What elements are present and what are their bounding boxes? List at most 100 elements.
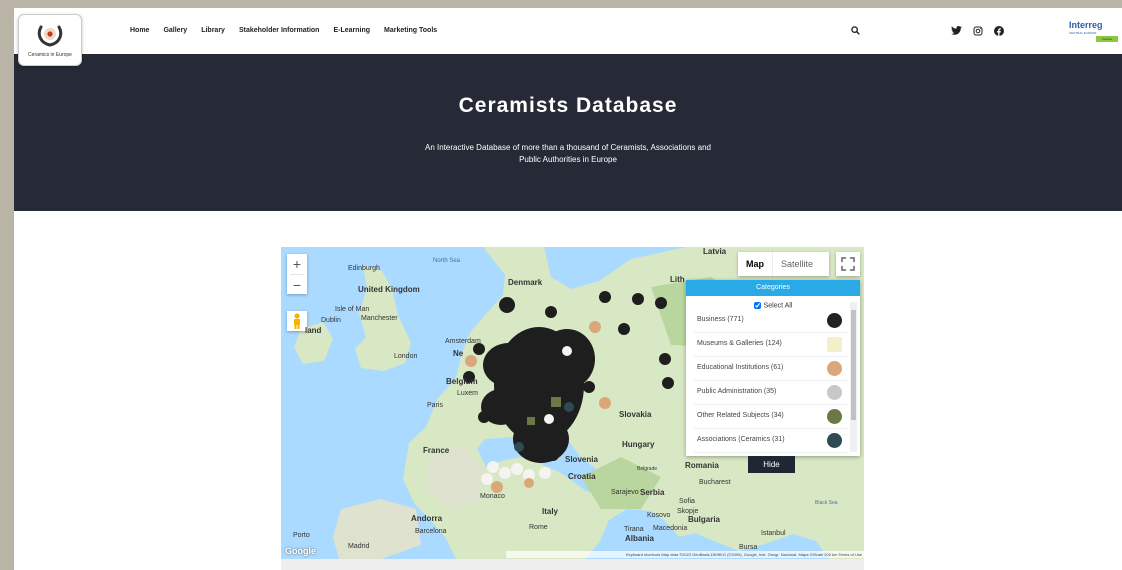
map-label-kosovo: Kosovo xyxy=(647,512,671,519)
page-subtitle-line-2: Public Authorities in Europe xyxy=(519,155,617,164)
map-label-rome: Rome xyxy=(529,524,548,531)
pegman-icon xyxy=(294,313,300,329)
map-label-belgium: Belgium xyxy=(446,377,478,386)
zoom-in-button[interactable]: + xyxy=(287,254,307,274)
map-label-albania: Albania xyxy=(625,534,654,543)
nav-stakeholder-information[interactable]: Stakeholder Information xyxy=(239,27,320,34)
map-label-andorra: Andorra xyxy=(411,514,443,523)
map-label-united-kingdom: United Kingdom xyxy=(358,285,420,294)
categories-header: Categories xyxy=(686,280,860,296)
nav-links: Home Gallery Library Stakeholder Informa… xyxy=(130,27,437,34)
map-label-bulgaria: Bulgaria xyxy=(688,515,721,524)
category-other-subjects-icon xyxy=(827,409,842,425)
scrollbar-thumb[interactable] xyxy=(851,310,856,420)
select-all-label: Select All xyxy=(763,302,793,310)
map-attribution[interactable]: Keyboard shortcuts Map data ©2022 GeoBas… xyxy=(506,551,864,558)
map-label-barcelona: Barcelona xyxy=(415,528,447,535)
facebook-icon[interactable] xyxy=(994,26,1004,36)
nav-home[interactable]: Home xyxy=(130,27,149,34)
category-row-public-administration[interactable]: Public Administration (35) xyxy=(694,381,848,406)
category-row-educational-institutions[interactable]: Educational Institutions (61) xyxy=(694,357,848,382)
category-row-other-related-subjects[interactable]: Other Related Subjects (34) xyxy=(694,405,848,430)
category-label: Associations (Ceramics (31) xyxy=(697,436,785,444)
map-type-satellite-button[interactable]: Satellite xyxy=(773,252,821,276)
map-label-isle-of-man: Isle of Man xyxy=(335,306,370,313)
category-row-museums-galleries[interactable]: Museums & Galleries (124) xyxy=(694,333,848,358)
interreg-logo[interactable]: Interreg CENTRAL EUROPE CerDee xyxy=(1069,20,1122,44)
map-label-france: France xyxy=(423,446,450,455)
page-subtitle-line-1: An Interactive Database of more than a t… xyxy=(425,143,711,152)
page: Ceramics in Europe Home Gallery Library … xyxy=(14,8,1122,570)
map-label-macedonia: Macedonia xyxy=(653,525,688,532)
page-title: Ceramists Database xyxy=(458,94,678,117)
category-public-administration-icon xyxy=(827,385,842,401)
category-label: Business (771) xyxy=(697,316,744,324)
zoom-out-button[interactable]: − xyxy=(287,275,307,295)
map-label-sarajevo: Sarajevo xyxy=(611,489,639,496)
map-type-control: Map Satellite xyxy=(738,252,829,276)
category-label: Museums & Galleries (124) xyxy=(697,340,782,348)
map-label-serbia: Serbia xyxy=(640,488,665,497)
map-label-london: London xyxy=(394,353,418,360)
interreg-subtitle: CENTRAL EUROPE xyxy=(1069,31,1097,35)
search-icon[interactable] xyxy=(851,26,860,35)
select-all-row: Select All xyxy=(686,302,860,309)
nav-marketing-tools[interactable]: Marketing Tools xyxy=(384,27,437,34)
category-museums-icon xyxy=(827,337,842,353)
map-type-map-button[interactable]: Map xyxy=(738,252,773,276)
map-label-edinburgh: Edinburgh xyxy=(348,265,380,272)
map-label-slovenia: Slovenia xyxy=(565,455,598,464)
map-label-hungary: Hungary xyxy=(622,440,655,449)
hero-banner: Ceramists Database An Interactive Databa… xyxy=(14,54,1122,211)
map-label-skopje: Skopje xyxy=(677,508,699,515)
street-view-pegman[interactable] xyxy=(287,311,307,331)
map-footer-strip xyxy=(281,559,864,570)
instagram-icon[interactable] xyxy=(973,26,983,36)
category-business-icon xyxy=(827,313,842,329)
category-associations-icon xyxy=(827,433,842,449)
zoom-control: + − xyxy=(287,254,307,294)
category-label: Other Related Subjects (34) xyxy=(697,412,784,420)
nav-gallery[interactable]: Gallery xyxy=(163,27,187,34)
categories-scrollbar[interactable] xyxy=(850,302,857,452)
map-label-dublin: Dublin xyxy=(321,317,341,324)
map-label-madrid: Madrid xyxy=(348,543,370,550)
map-label-ireland: land xyxy=(305,326,322,335)
map-label-bucharest: Bucharest xyxy=(699,479,731,486)
interreg-project-tag: CerDee xyxy=(1096,36,1118,42)
site-logo[interactable]: Ceramics in Europe xyxy=(18,14,82,66)
category-row-associations[interactable]: Associations (Ceramics (31) xyxy=(694,429,848,454)
category-row-business[interactable]: Business (771) xyxy=(694,309,848,334)
map-label-porto: Porto xyxy=(293,532,310,539)
map-label-italy: Italy xyxy=(542,507,559,516)
nav-e-learning[interactable]: E-Learning xyxy=(333,27,370,34)
map-label-lithuania: Lith xyxy=(670,275,685,284)
nav-library[interactable]: Library xyxy=(201,27,225,34)
logo-caption: Ceramics in Europe xyxy=(28,52,72,58)
twitter-icon[interactable] xyxy=(951,26,962,35)
hide-categories-button[interactable]: Hide xyxy=(748,456,795,473)
logo-icon xyxy=(37,25,63,47)
map-label-belgrade: Belgrade xyxy=(637,466,658,472)
category-label: Public Administration (35) xyxy=(697,388,777,396)
interreg-name: Interreg xyxy=(1069,20,1103,30)
map-label-manchester: Manchester xyxy=(361,315,398,322)
map-label-amsterdam: Amsterdam xyxy=(445,338,481,345)
map-label-luxembourg: Luxem xyxy=(457,390,479,397)
fullscreen-button[interactable] xyxy=(836,252,860,276)
map-label-croatia: Croatia xyxy=(568,472,596,481)
category-educational-icon xyxy=(827,361,842,377)
map-area[interactable]: + − Map Satellite North Sea Denmark Edin… xyxy=(281,247,864,559)
social-links xyxy=(951,26,1004,36)
map-label-istanbul: Istanbul xyxy=(761,530,786,537)
category-label: Educational Institutions (61) xyxy=(697,364,784,372)
map-label-paris: Paris xyxy=(427,402,443,409)
map-label-latvia: Latvia xyxy=(703,247,727,256)
fullscreen-icon xyxy=(841,257,855,271)
map-label-denmark: Denmark xyxy=(508,278,543,287)
select-all-checkbox[interactable] xyxy=(753,302,761,309)
categories-panel: Categories Select All Business (771) Mus… xyxy=(686,280,860,456)
map-label-slovakia: Slovakia xyxy=(619,410,652,419)
page-subtitle: An Interactive Database of more than a t… xyxy=(388,142,748,166)
map-label-netherlands: Ne xyxy=(453,349,464,358)
